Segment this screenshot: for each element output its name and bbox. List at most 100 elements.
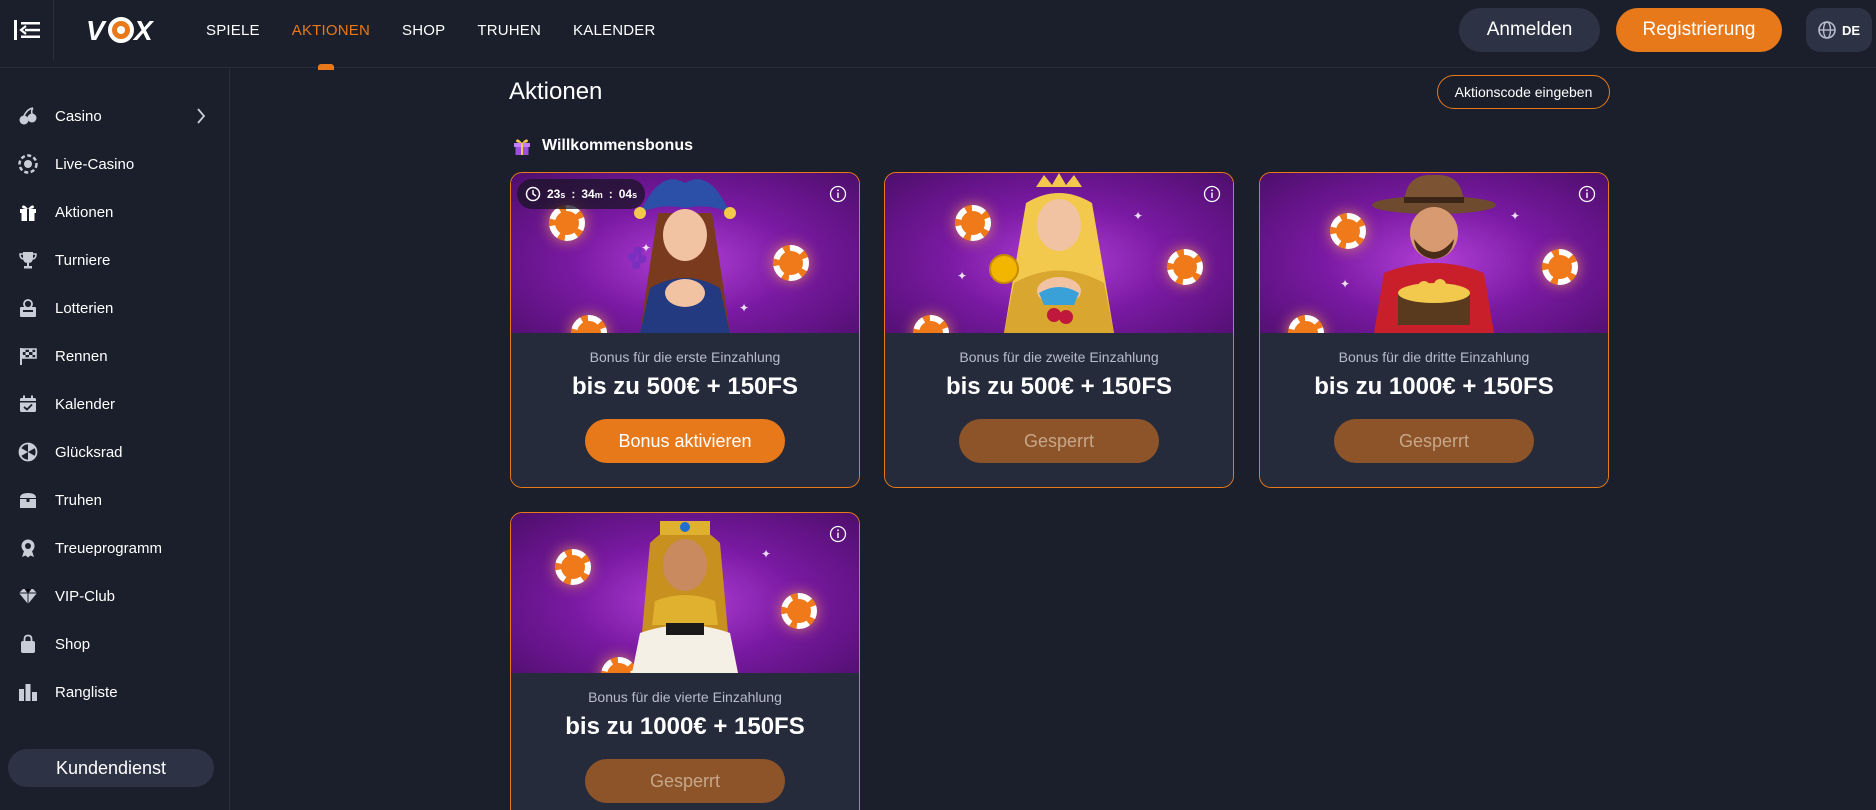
bonus-card: ✦ ✦ 23s : 34m : 04s Bonus für die erste … <box>510 172 860 488</box>
sidebar-item-rangliste[interactable]: Rangliste <box>0 672 229 712</box>
info-icon[interactable] <box>829 185 847 203</box>
sidebar-item-live-casino[interactable]: Live-Casino <box>0 144 229 184</box>
globe-icon <box>1818 21 1836 39</box>
language-code: DE <box>1841 22 1861 38</box>
vox-logo[interactable]: V X <box>86 12 160 48</box>
nav-aktionen[interactable]: AKTIONEN <box>292 22 370 70</box>
lottery-icon <box>18 298 38 318</box>
sidebar-item-label: Lotterien <box>55 299 114 317</box>
chip-icon <box>18 154 38 174</box>
sidebar-item-label: Truhen <box>55 491 102 509</box>
sidebar-item-aktionen[interactable]: Aktionen <box>0 192 229 232</box>
casino-chip-icon <box>549 205 585 241</box>
sidebar-item-rennen[interactable]: Rennen <box>0 336 229 376</box>
sidebar-item-casino[interactable]: Casino <box>0 96 229 136</box>
bonus-card-image: ✦ ✦ <box>885 173 1233 333</box>
bonus-subtitle: Bonus für die dritte Einzahlung <box>1338 349 1530 365</box>
section-title: Willkommensbonus <box>542 137 693 154</box>
nav-spiele[interactable]: SPIELE <box>206 22 260 39</box>
sidebar-item-label: Kalender <box>55 395 116 413</box>
race-flag-icon <box>18 346 38 366</box>
bag-icon <box>18 634 38 654</box>
casino-chip-icon <box>781 593 817 629</box>
bonus-amount: bis zu 500€ + 150FS <box>945 373 1173 400</box>
nav-kalender[interactable]: KALENDER <box>573 22 655 39</box>
locked-bonus-button[interactable]: Gesperrt <box>585 759 785 803</box>
main-nav: SPIELE AKTIONEN SHOP TRUHEN KALENDER <box>206 0 656 70</box>
sidebar-item-truhen[interactable]: Truhen <box>0 480 229 520</box>
adventurer-character-icon <box>1372 174 1496 333</box>
promo-code-button[interactable]: Aktionscode eingeben <box>1437 75 1610 109</box>
pharaoh-character-icon <box>632 521 738 673</box>
sidebar-item-label: Rennen <box>55 347 108 365</box>
sidebar: Casino Live-Casino Aktionen Turniere Lot… <box>0 69 230 810</box>
leaderboard-icon <box>18 682 38 702</box>
sidebar-item-label: Turniere <box>55 251 111 269</box>
countdown-timer: 23s : 34m : 04s <box>517 179 646 209</box>
gift-icon <box>18 202 38 222</box>
sidebar-item-lotterien[interactable]: Lotterien <box>0 288 229 328</box>
info-icon[interactable] <box>1203 185 1221 203</box>
bonus-card-body: Bonus für die vierte Einzahlung bis zu 1… <box>511 673 859 810</box>
menu-collapse-icon <box>13 20 40 40</box>
info-icon[interactable] <box>829 525 847 543</box>
sidebar-item-label: Glücksrad <box>55 443 123 461</box>
casino-chip-icon <box>1542 249 1578 285</box>
sidebar-item-vip-club[interactable]: VIP-Club <box>0 576 229 616</box>
bonus-amount: bis zu 1000€ + 150FS <box>565 713 805 740</box>
sidebar-item-label: Live-Casino <box>55 155 135 173</box>
badge-icon <box>18 538 38 558</box>
bonus-subtitle: Bonus für die erste Einzahlung <box>589 349 781 365</box>
bonus-card-image: ✦ ✦ <box>511 513 859 673</box>
bonus-card-body: Bonus für die erste Einzahlung bis zu 50… <box>511 333 859 487</box>
trophy-icon <box>18 250 38 270</box>
sidebar-item-label: VIP-Club <box>55 587 116 605</box>
top-header: V X SPIELE AKTIONEN SHOP TRUHEN KALENDER… <box>0 0 1876 70</box>
casino-chip-icon <box>555 549 591 585</box>
bonus-amount: bis zu 1000€ + 150FS <box>1314 373 1554 400</box>
bonus-card-image: ✦ ✦ <box>1260 173 1608 333</box>
sidebar-item-shop[interactable]: Shop <box>0 624 229 664</box>
bonus-subtitle: Bonus für die zweite Einzahlung <box>959 349 1159 365</box>
sidebar-item-kalender[interactable]: Kalender <box>0 384 229 424</box>
sidebar-item-label: Shop <box>55 635 91 653</box>
sidebar-item-turniere[interactable]: Turniere <box>0 240 229 280</box>
bonus-card-body: Bonus für die zweite Einzahlung bis zu 5… <box>885 333 1233 487</box>
sidebar-item-label: Casino <box>55 107 102 125</box>
gift-icon <box>514 139 530 155</box>
chevron-right-icon <box>197 108 206 124</box>
clock-icon <box>525 186 541 202</box>
page-title: Aktionen <box>509 78 603 105</box>
bonus-card: ✦ ✦ Bonus für die dritte Einzahlung bis … <box>1259 172 1609 488</box>
bonus-card-image: ✦ ✦ 23s : 34m : 04s <box>511 173 859 333</box>
login-button[interactable]: Anmelden <box>1459 8 1600 52</box>
bonus-amount: bis zu 500€ + 150FS <box>571 373 799 400</box>
info-icon[interactable] <box>1578 185 1596 203</box>
activate-bonus-button[interactable]: Bonus aktivieren <box>585 419 785 463</box>
locked-bonus-button[interactable]: Gesperrt <box>1334 419 1534 463</box>
bonus-card-body: Bonus für die dritte Einzahlung bis zu 1… <box>1260 333 1608 487</box>
nav-truhen[interactable]: TRUHEN <box>477 22 541 39</box>
svg-text:V: V <box>86 15 107 45</box>
sidebar-item-gluecksrad[interactable]: Glücksrad <box>0 432 229 472</box>
casino-chip-icon <box>1288 315 1324 333</box>
sidebar-item-label: Treueprogramm <box>55 539 162 557</box>
queen-character-icon <box>989 173 1114 333</box>
sidebar-item-treueprogramm[interactable]: Treueprogramm <box>0 528 229 568</box>
casino-chip-icon <box>913 315 949 333</box>
cherries-icon <box>18 106 38 126</box>
diamond-icon <box>18 586 38 606</box>
register-button[interactable]: Registrierung <box>1616 8 1782 52</box>
nav-shop[interactable]: SHOP <box>402 22 445 39</box>
calendar-icon <box>18 394 38 414</box>
sidebar-item-label: Aktionen <box>55 203 114 221</box>
locked-bonus-button[interactable]: Gesperrt <box>959 419 1159 463</box>
bonus-card: ✦ ✦ Bonus für die zweite Einzahlung bis … <box>884 172 1234 488</box>
casino-chip-icon <box>773 245 809 281</box>
sidebar-item-label: Rangliste <box>55 683 118 701</box>
bonus-card: ✦ ✦ Bonus für die vierte Einzahlung bis … <box>510 512 860 810</box>
support-button[interactable]: Kundendienst <box>8 749 214 787</box>
sidebar-toggle-button[interactable] <box>0 0 54 60</box>
wheel-icon <box>18 442 38 462</box>
language-selector[interactable]: DE <box>1806 8 1872 52</box>
